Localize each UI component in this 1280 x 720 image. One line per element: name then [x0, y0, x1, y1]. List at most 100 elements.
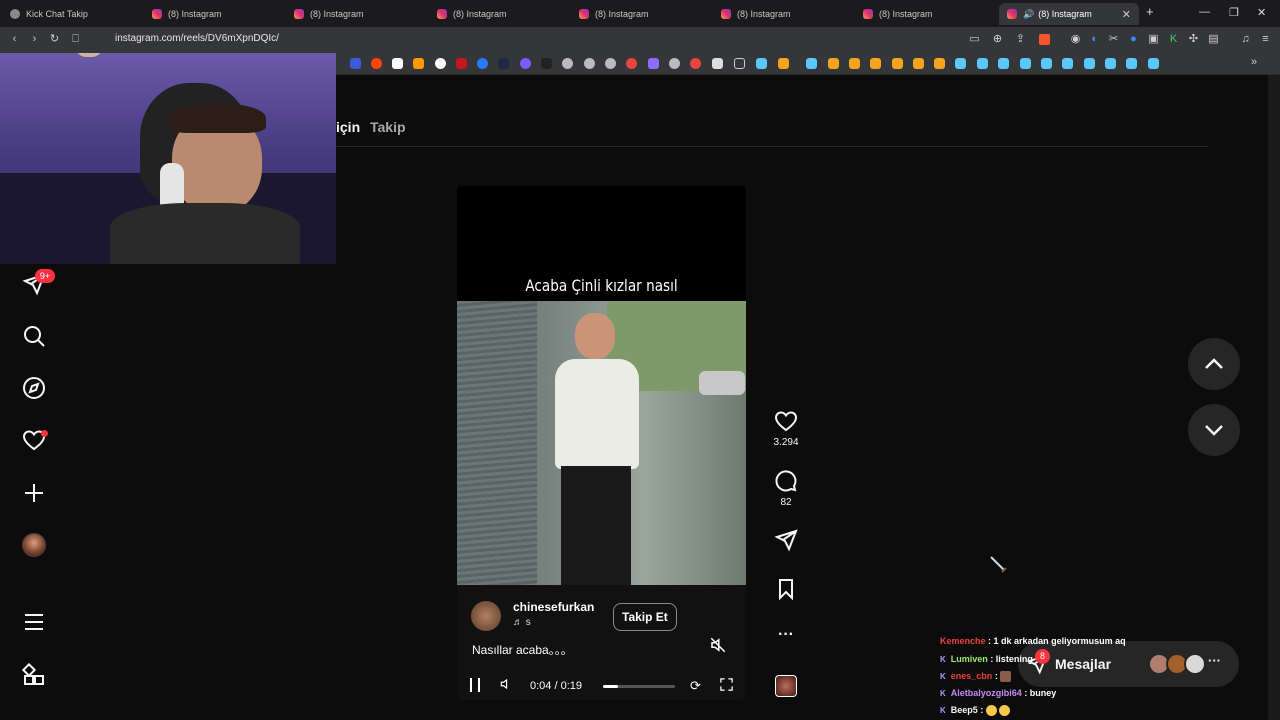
bookmark-icon[interactable] [778, 58, 789, 69]
minimize-icon[interactable]: — [1199, 6, 1210, 18]
extension-icon[interactable]: ● [1128, 34, 1139, 45]
reddit-icon[interactable] [371, 58, 382, 69]
extension-icon[interactable]: ◉ [1070, 34, 1081, 45]
search-icon[interactable] [22, 324, 46, 348]
sidebar-icon[interactable]: ▤ [1208, 34, 1219, 45]
more-options-icon[interactable]: ··· [1208, 653, 1221, 668]
like-action[interactable]: 3.294 [770, 409, 802, 448]
restore-icon[interactable]: ❐ [1229, 6, 1239, 19]
media-icon[interactable]: ♫ [1240, 34, 1251, 45]
progress-track[interactable] [603, 685, 675, 688]
tab-instagram-2[interactable]: (8) Instagram [286, 3, 426, 25]
extension-icon[interactable]: ◖ [1088, 34, 1099, 45]
share-action[interactable] [770, 528, 802, 552]
bookmark-icon[interactable] [774, 577, 798, 601]
menu-icon[interactable] [22, 610, 46, 634]
author-username[interactable]: chinesefurkan [513, 600, 594, 614]
fullscreen-icon[interactable] [719, 677, 734, 692]
reload-icon[interactable]: ↻ [49, 34, 60, 45]
comment-icon[interactable] [774, 469, 798, 493]
bookmark-icon[interactable] [626, 58, 637, 69]
scrollbar[interactable] [1268, 75, 1280, 720]
steam-icon[interactable] [1062, 58, 1073, 69]
bookmark-icon[interactable] [669, 58, 680, 69]
extensions-puzzle-icon[interactable]: ✣ [1188, 34, 1199, 45]
extension-icon[interactable]: ✂ [1108, 34, 1119, 45]
comment-action[interactable]: 82 [770, 469, 802, 508]
mute-icon[interactable] [709, 636, 727, 654]
steam-icon[interactable] [1084, 58, 1095, 69]
steam-icon[interactable] [1148, 58, 1159, 69]
follow-button[interactable]: Takip Et [613, 603, 677, 631]
bookmark-icon[interactable] [913, 58, 924, 69]
close-window-icon[interactable]: ✕ [1257, 6, 1266, 19]
tab-instagram-5[interactable]: (8) Instagram [713, 3, 853, 25]
more-apps-icon[interactable] [21, 662, 46, 687]
tab-instagram-3[interactable]: (8) Instagram [429, 3, 569, 25]
bookmark-icon[interactable] [605, 58, 616, 69]
author-avatar[interactable] [471, 601, 501, 631]
steam-icon[interactable] [1020, 58, 1031, 69]
reel-player[interactable]: Acaba Çinli kızlar nasıl chinesefurkan ♬… [457, 186, 746, 700]
bookmark-icon[interactable] [849, 58, 860, 69]
url-field[interactable]: instagram.com/reels/DV6mXpnDQIc/ [115, 33, 279, 44]
bookmark-icon[interactable] [541, 58, 552, 69]
save-action[interactable] [770, 577, 802, 601]
previous-reel-button[interactable] [1188, 338, 1240, 390]
tab-kick-chat[interactable]: Kick Chat Takip [2, 3, 142, 25]
bookmark-icon[interactable] [392, 58, 403, 69]
kick-extension-icon[interactable]: K [1168, 34, 1179, 45]
bookmark-icon[interactable] [870, 58, 881, 69]
tab-following[interactable]: Takip [370, 119, 406, 135]
bookmark-icon[interactable] [477, 58, 488, 69]
menu-icon[interactable]: ≡ [1260, 34, 1271, 45]
more-bookmarks-icon[interactable]: » [1251, 56, 1257, 68]
bookmark-icon[interactable] [435, 58, 446, 69]
bookmark-icon[interactable] [934, 58, 945, 69]
bookmark-icon[interactable] [584, 58, 595, 69]
steam-icon[interactable] [955, 58, 966, 69]
heart-icon[interactable] [774, 409, 798, 433]
profile-avatar[interactable] [22, 533, 46, 557]
speaker-icon[interactable]: 🔊 [1023, 9, 1034, 20]
back-icon[interactable]: ‹ [9, 34, 20, 45]
bookmark-icon[interactable] [892, 58, 903, 69]
brave-shield-icon[interactable] [1039, 34, 1050, 45]
bookmark-icon[interactable] [456, 58, 467, 69]
steam-icon[interactable] [1126, 58, 1137, 69]
zoom-icon[interactable]: ⊕ [992, 34, 1003, 45]
bookmark-icon[interactable] [690, 58, 701, 69]
close-tab-icon[interactable]: ✕ [1122, 8, 1131, 21]
bookmark-icon[interactable] [562, 58, 573, 69]
bookmark-icon[interactable] [648, 58, 659, 69]
steam-icon[interactable] [977, 58, 988, 69]
create-icon[interactable] [22, 481, 46, 505]
folder-icon[interactable] [734, 58, 745, 69]
tab-instagram-1[interactable]: (8) Instagram [144, 3, 284, 25]
forward-icon[interactable]: › [29, 34, 40, 45]
bookmark-page-icon[interactable]: ⎕ [70, 34, 81, 45]
steam-icon[interactable] [806, 58, 817, 69]
steam-icon[interactable] [756, 58, 767, 69]
pause-icon[interactable] [470, 678, 480, 692]
new-tab-button[interactable]: + [1146, 4, 1154, 19]
steam-icon[interactable] [1105, 58, 1116, 69]
bookmark-icon[interactable] [520, 58, 531, 69]
bookmark-icon[interactable] [350, 58, 361, 69]
audio-thumbnail[interactable] [775, 675, 797, 697]
bookmark-icon[interactable] [712, 58, 723, 69]
tab-instagram-6[interactable]: (8) Instagram [855, 3, 995, 25]
share-icon[interactable] [774, 528, 798, 552]
tab-for-you[interactable]: için [336, 119, 360, 135]
tab-instagram-active[interactable]: 🔊 (8) Instagram ✕ [999, 3, 1139, 25]
next-reel-button[interactable] [1188, 404, 1240, 456]
cast-icon[interactable]: ▭ [969, 34, 980, 45]
amazon-icon[interactable] [413, 58, 424, 69]
tab-instagram-4[interactable]: (8) Instagram [571, 3, 711, 25]
explore-icon[interactable] [22, 376, 46, 400]
share-icon[interactable]: ⇪ [1015, 34, 1026, 45]
speed-icon[interactable]: ⟳ [690, 678, 701, 694]
reel-video-frame[interactable] [457, 301, 746, 585]
bookmark-icon[interactable] [498, 58, 509, 69]
more-options-icon[interactable]: ··· [770, 626, 802, 644]
